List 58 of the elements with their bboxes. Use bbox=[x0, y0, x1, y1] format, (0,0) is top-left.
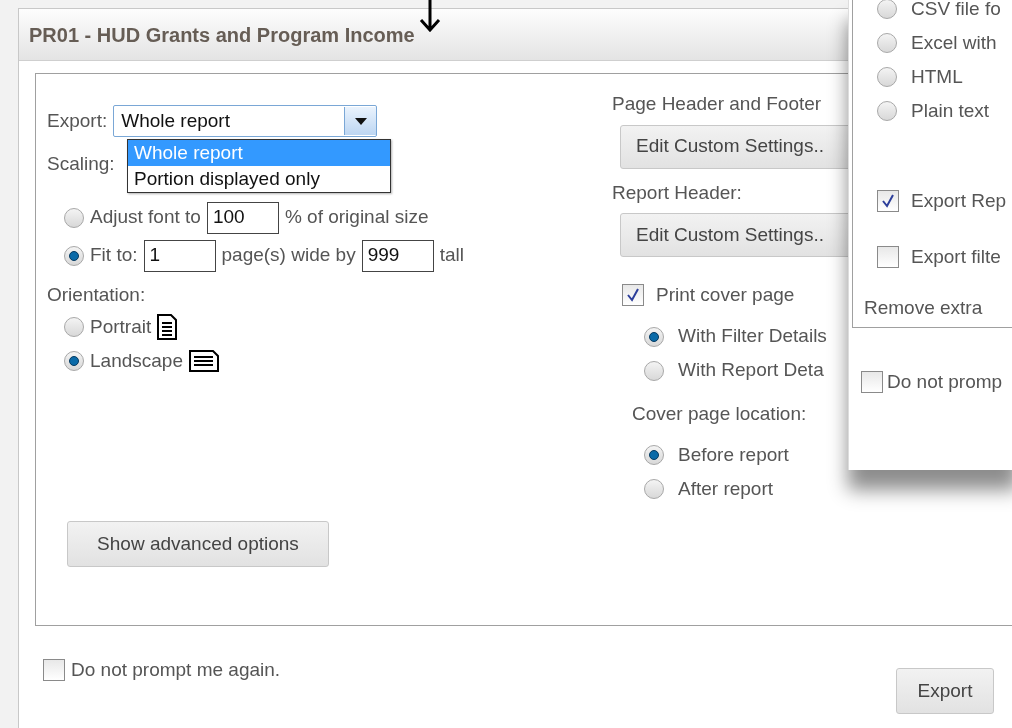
cover-detail-option: With Report Deta bbox=[678, 356, 824, 385]
check-icon bbox=[881, 194, 895, 208]
check-icon bbox=[626, 288, 640, 303]
report-header-label: Report Header: bbox=[612, 180, 743, 205]
checkbox[interactable] bbox=[877, 190, 899, 212]
radio-button[interactable] bbox=[64, 351, 84, 371]
window-title: PR01 - HUD Grants and Program Income bbox=[29, 22, 415, 48]
show-advanced-options-button[interactable]: Show advanced options bbox=[67, 521, 329, 567]
option-label: % of original size bbox=[284, 205, 429, 230]
landscape-page-icon bbox=[188, 350, 219, 372]
do-not-prompt-label: Do not prompt me again. bbox=[71, 658, 281, 682]
do-not-prompt-label: Do not promp bbox=[887, 370, 1003, 394]
checkbox[interactable] bbox=[877, 246, 899, 268]
portrait-page-icon bbox=[157, 314, 178, 340]
remove-extra-label: Remove extra bbox=[864, 296, 984, 320]
radio-button[interactable] bbox=[644, 445, 664, 465]
number-field[interactable]: 1 bbox=[143, 239, 216, 272]
dropdown-caret-icon bbox=[354, 117, 367, 125]
radio-button[interactable] bbox=[877, 0, 897, 19]
option-label: page(s) wide by bbox=[221, 243, 356, 268]
number-field[interactable]: 999 bbox=[361, 239, 434, 272]
format-option: Plain text bbox=[911, 96, 990, 126]
cover-location-option: After report bbox=[678, 474, 774, 504]
page-header-label: Page Header and Footer bbox=[612, 92, 823, 116]
radio-button[interactable] bbox=[877, 33, 897, 53]
format-option: CSV file fo bbox=[911, 0, 1001, 24]
option-label: Fit to: bbox=[90, 243, 138, 268]
radio-button[interactable] bbox=[64, 245, 84, 266]
export-dropdown[interactable]: Whole report bbox=[113, 105, 378, 137]
radio-button[interactable] bbox=[877, 67, 897, 87]
export-label: Export: bbox=[47, 108, 108, 133]
checkbox[interactable] bbox=[622, 284, 644, 307]
orientation-label: Orientation: bbox=[47, 282, 146, 307]
export-option-label: Export Rep bbox=[911, 188, 1007, 213]
export-option-label: Export filte bbox=[911, 244, 1001, 269]
orientation-option: Landscape bbox=[90, 346, 183, 376]
radio-button[interactable] bbox=[644, 479, 664, 499]
export-button[interactable]: Export bbox=[896, 668, 994, 714]
option-label: tall bbox=[439, 243, 464, 268]
orientation-option: Portrait bbox=[90, 312, 152, 342]
arrow-down-icon bbox=[419, 0, 441, 32]
radio-button[interactable] bbox=[64, 207, 84, 228]
number-field[interactable]: 100 bbox=[206, 201, 279, 234]
checkbox[interactable] bbox=[43, 659, 65, 682]
scaling-label: Scaling: bbox=[47, 152, 115, 176]
option-label: Adjust font to bbox=[90, 205, 201, 230]
radio-button[interactable] bbox=[64, 317, 84, 337]
cover-detail-option: With Filter Details bbox=[678, 322, 827, 351]
radio-button[interactable] bbox=[644, 360, 664, 381]
radio-button[interactable] bbox=[644, 326, 664, 347]
format-option: HTML bbox=[911, 62, 963, 92]
radio-button[interactable] bbox=[877, 101, 897, 121]
print-cover-page-label: Print cover page bbox=[656, 283, 795, 307]
checkbox[interactable] bbox=[861, 371, 883, 394]
format-option: Excel with bbox=[911, 28, 997, 58]
dropdown-option[interactable]: Portion displayed only bbox=[128, 166, 390, 192]
cover-location-option: Before report bbox=[678, 440, 789, 470]
cover-page-location-label: Cover page location: bbox=[632, 401, 808, 426]
